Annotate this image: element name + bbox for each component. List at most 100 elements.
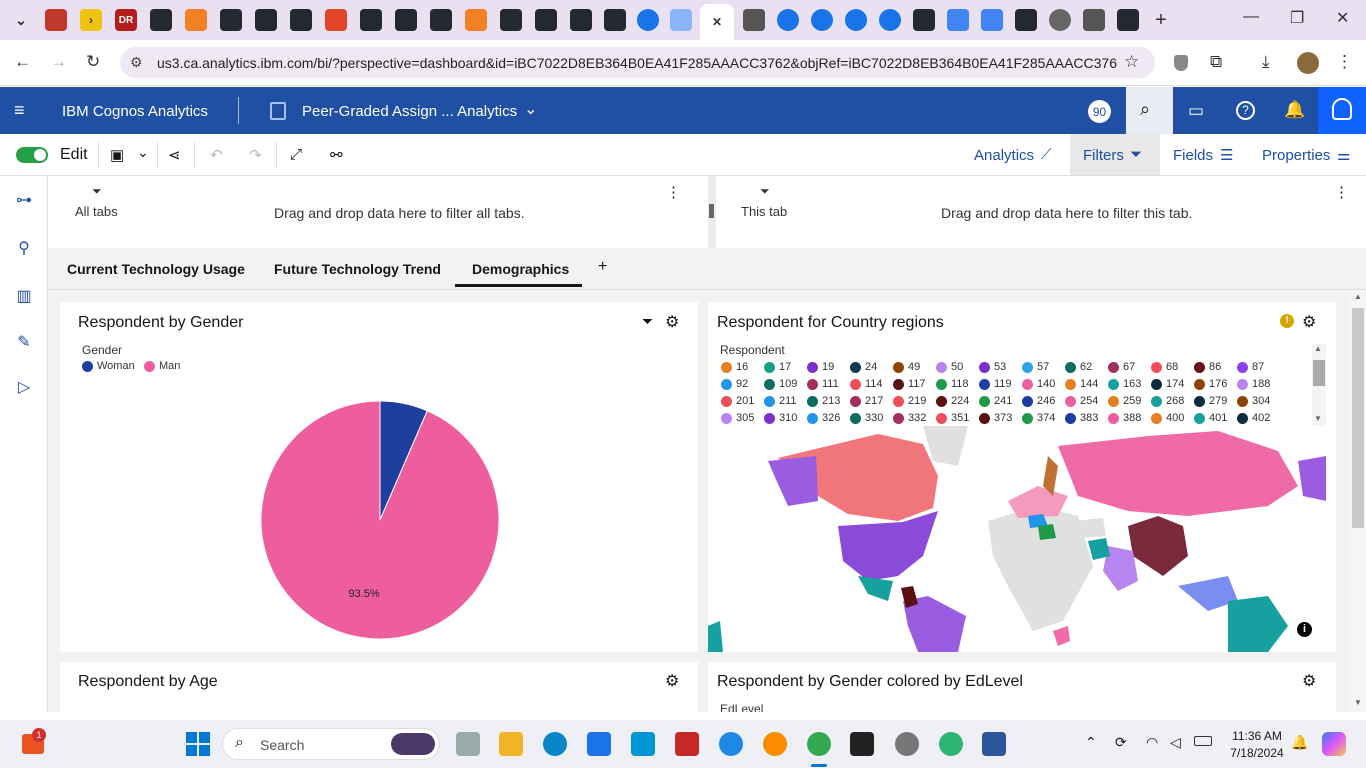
close-window-icon[interactable]: ✕: [1336, 8, 1349, 28]
legend-item-310[interactable]: 310: [764, 412, 797, 424]
legend-item-man[interactable]: Man: [144, 360, 180, 372]
legend-item-374[interactable]: 374: [1022, 412, 1055, 424]
task-view-icon[interactable]: [456, 732, 480, 756]
github-tab[interactable]: [395, 9, 417, 31]
browser-tab[interactable]: [670, 9, 692, 31]
fullscreen-icon[interactable]: ⤢: [290, 146, 302, 163]
legend-item-224[interactable]: 224: [936, 395, 969, 407]
world-map[interactable]: [708, 426, 1336, 652]
chevron-down-icon[interactable]: ⌄: [524, 99, 537, 119]
legend-item-201[interactable]: 201: [721, 395, 754, 407]
legend-item-383[interactable]: 383: [1065, 412, 1098, 424]
sync-icon[interactable]: ⟳: [1115, 734, 1127, 751]
edit-toggle[interactable]: [16, 147, 48, 163]
notifications-icon[interactable]: 🔔: [1284, 100, 1305, 120]
media-icon[interactable]: ▷: [14, 377, 34, 397]
legend-item-174[interactable]: 174: [1151, 378, 1184, 390]
docs-tab[interactable]: [981, 9, 1003, 31]
settings-icon[interactable]: ⚙: [665, 671, 679, 691]
legend-item-114[interactable]: 114: [850, 378, 883, 390]
browser-tab[interactable]: [45, 9, 67, 31]
github-tab[interactable]: [360, 9, 382, 31]
download-icon[interactable]: ⤓: [1262, 52, 1270, 72]
terminal-icon[interactable]: [850, 732, 874, 756]
chat-icon[interactable]: ▭: [1188, 101, 1204, 121]
gender-card[interactable]: Respondent by Gender ⏷ ⚙ Gender Woman Ma…: [60, 302, 698, 652]
edge-icon[interactable]: [543, 732, 567, 756]
github-tab[interactable]: [570, 9, 592, 31]
browser-tab[interactable]: [777, 9, 799, 31]
github-tab[interactable]: [913, 9, 935, 31]
pie-slice-man[interactable]: [260, 400, 500, 640]
legend-item-24[interactable]: 24: [850, 361, 877, 373]
legend-item-16[interactable]: 16: [721, 361, 748, 373]
filter-icon[interactable]: ⏷: [642, 313, 653, 330]
filters-button[interactable]: Filters ⏷: [1070, 134, 1160, 175]
github-tab[interactable]: [150, 9, 172, 31]
chatgpt-icon[interactable]: [939, 732, 963, 756]
legend-item-326[interactable]: 326: [807, 412, 840, 424]
battery-icon[interactable]: [1194, 736, 1212, 746]
browser-tab[interactable]: ›: [80, 9, 102, 31]
legend-item-68[interactable]: 68: [1151, 361, 1178, 373]
age-card[interactable]: Respondent by Age ⚙: [60, 662, 698, 712]
legend-item-373[interactable]: 373: [979, 412, 1012, 424]
legend-item-86[interactable]: 86: [1194, 361, 1221, 373]
brave-icon[interactable]: [763, 732, 787, 756]
dashboard-title[interactable]: Peer-Graded Assign ... Analytics: [302, 103, 517, 120]
github-tab[interactable]: [220, 9, 242, 31]
drill-icon[interactable]: ⚯: [330, 146, 343, 164]
word-icon[interactable]: [982, 732, 1006, 756]
help-icon[interactable]: ?: [1236, 101, 1255, 120]
chrome-icon[interactable]: [807, 732, 831, 756]
legend-item-279[interactable]: 279: [1194, 395, 1227, 407]
add-tab-plus-icon[interactable]: +: [598, 258, 607, 276]
legend-item-19[interactable]: 19: [807, 361, 834, 373]
share-icon[interactable]: ⋖: [168, 146, 181, 164]
warning-icon[interactable]: !: [1280, 314, 1294, 328]
legend-item-67[interactable]: 67: [1108, 361, 1135, 373]
browser-tab[interactable]: [185, 9, 207, 31]
legend-scrollbar[interactable]: ▲ ▼: [1312, 344, 1326, 426]
widgets-icon[interactable]: ✎: [14, 332, 34, 352]
github-tab[interactable]: [1117, 9, 1139, 31]
github-tab[interactable]: [430, 9, 452, 31]
legend-item-305[interactable]: 305: [721, 412, 754, 424]
analytics-label[interactable]: Analytics: [974, 147, 1034, 164]
new-tab-plus-icon[interactable]: +: [1150, 9, 1172, 31]
legend-item-111[interactable]: 111: [807, 378, 839, 390]
myhp-icon[interactable]: [631, 732, 655, 756]
wifi-icon[interactable]: ◠: [1146, 734, 1158, 751]
extensions-icon[interactable]: ⧉: [1210, 52, 1222, 72]
copilot-icon[interactable]: [1322, 732, 1346, 756]
legend-item-49[interactable]: 49: [893, 361, 920, 373]
scroll-thumb[interactable]: [1313, 360, 1325, 386]
mcafee-icon[interactable]: [675, 732, 699, 756]
scroll-down-icon[interactable]: ▼: [1354, 698, 1362, 707]
forward-icon[interactable]: →: [50, 52, 67, 72]
browser-tab[interactable]: [637, 9, 659, 31]
legend-item-163[interactable]: 163: [1108, 378, 1141, 390]
legend-item-119[interactable]: 119: [979, 378, 1012, 390]
scroll-thumb[interactable]: [1352, 308, 1364, 528]
windows-start-icon[interactable]: [186, 732, 210, 756]
legend-item-188[interactable]: 188: [1237, 378, 1270, 390]
bookmark-star-icon[interactable]: ☆: [1124, 52, 1139, 72]
scroll-up-icon[interactable]: ▲: [1314, 344, 1322, 353]
github-tab[interactable]: [604, 9, 626, 31]
legend-item-388[interactable]: 388: [1108, 412, 1141, 424]
browser-tab[interactable]: [845, 9, 867, 31]
settings-icon[interactable]: ⚙: [665, 312, 679, 332]
legend-item-50[interactable]: 50: [936, 361, 963, 373]
legend-item-213[interactable]: 213: [807, 395, 840, 407]
github-tab[interactable]: [255, 9, 277, 31]
fields-icon[interactable]: ☰: [1220, 146, 1233, 164]
settings-icon[interactable]: ⚙: [1302, 671, 1316, 691]
legend-item-109[interactable]: 109: [764, 378, 797, 390]
browser-menu-icon[interactable]: ⋮: [1336, 52, 1353, 72]
legend-item-53[interactable]: 53: [979, 361, 1006, 373]
browser-tab[interactable]: [1049, 9, 1071, 31]
gitlab-tab[interactable]: [325, 9, 347, 31]
clock-time[interactable]: 11:36 AM: [1228, 729, 1286, 743]
hamburger-menu-icon[interactable]: ≡: [14, 101, 25, 119]
